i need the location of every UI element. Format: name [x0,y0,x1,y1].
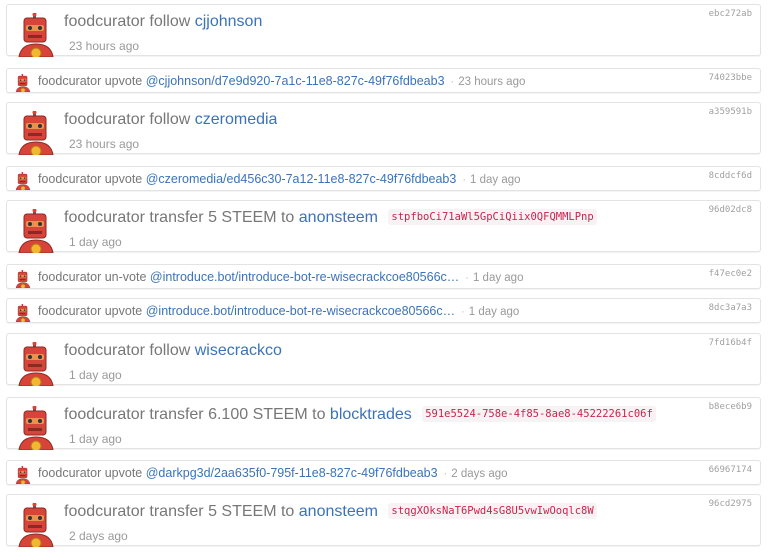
feed-item-unvote: foodcurator un-vote @introduce.bot/intro… [6,264,761,289]
tx-hash: 8dc3a7a3 [708,303,752,313]
transfer-memo: stpfboCi71aWl5GpCiQiix0QFQMMLPnp [388,209,597,225]
timestamp: 1 day ago [69,235,122,249]
actor-name: foodcurator [38,466,102,480]
tx-hash: ebc272ab [708,9,752,19]
target-link[interactable]: cjjohnson [195,13,263,30]
timestamp: 1 day ago [470,174,521,186]
feed-item-transfer: foodcurator transfer 6.100 STEEM to bloc… [6,397,761,450]
tx-hash: 8cddcf6d [708,171,752,181]
actor-name: foodcurator [38,172,102,186]
tx-hash: 7fd16b4f [708,338,752,348]
transfer-memo: stqgXOksNaT6Pwd4sG8U5vwIwOoqlc8W [388,503,597,519]
robot-avatar-icon[interactable] [15,74,31,92]
actor-name: foodcurator [64,209,145,226]
robot-avatar-icon[interactable] [15,304,31,322]
tx-hash: a359591b [708,107,752,117]
action-verb: transfer 5 STEEM to [149,209,295,226]
activity-feed: foodcurator follow cjjohnson 23 hours ag… [0,0,768,560]
actor-name: foodcurator [64,406,145,423]
robot-avatar-icon[interactable] [17,406,55,450]
actor-name: foodcurator [64,13,145,30]
post-link[interactable]: @introduce.bot/introduce-bot-re-wisecrac… [150,270,459,284]
action-verb: transfer 5 STEEM to [149,503,295,520]
post-link[interactable]: @darkpg3d/2aa635f0-795f-11e8-827c-49f76f… [146,466,438,480]
timestamp: 2 days ago [69,529,128,543]
post-link[interactable]: @czeromedia/ed456c30-7a12-11e8-827c-49f7… [146,172,457,186]
tx-hash: 96cd2975 [708,499,752,509]
action-verb: follow [149,111,191,128]
post-link[interactable]: @introduce.bot/introduce-bot-re-wisecrac… [146,304,455,318]
robot-avatar-icon[interactable] [17,209,55,253]
robot-avatar-icon[interactable] [15,172,31,190]
timestamp: 1 day ago [69,368,122,382]
timestamp: 2 days ago [451,468,508,480]
target-link[interactable]: czeromedia [195,111,278,128]
action-verb: upvote [104,304,143,318]
feed-item-upvote: foodcurator upvote @introduce.bot/introd… [6,298,761,323]
actor-name: foodcurator [38,74,102,88]
robot-avatar-icon[interactable] [17,503,55,547]
recipient-link[interactable]: anonsteem [299,503,378,520]
feed-item-upvote: foodcurator upvote @czeromedia/ed456c30-… [6,166,761,191]
timestamp: 1 day ago [468,306,520,318]
timestamp: 23 hours ago [69,39,140,53]
robot-avatar-icon[interactable] [17,342,55,386]
actor-name: foodcurator [38,270,102,284]
target-link[interactable]: wisecrackco [195,342,282,359]
tx-hash: f47ec0e2 [708,269,752,279]
timestamp: 1 day ago [472,272,524,284]
action-verb: upvote [104,466,143,480]
feed-item-transfer: foodcurator transfer 5 STEEM to anonstee… [6,200,761,253]
action-verb: transfer 6.100 STEEM to [149,406,326,423]
action-verb: follow [149,13,191,30]
recipient-link[interactable]: anonsteem [299,209,378,226]
feed-item-transfer: foodcurator transfer 5 STEEM to anonstee… [6,494,761,547]
robot-avatar-icon[interactable] [15,270,31,288]
recipient-link[interactable]: blocktrades [330,406,412,423]
action-verb: upvote [104,74,143,88]
feed-item-upvote: foodcurator upvote @cjjohnson/d7e9d920-7… [6,68,761,93]
timestamp: 23 hours ago [69,137,140,151]
action-verb: upvote [104,172,143,186]
actor-name: foodcurator [64,111,145,128]
actor-name: foodcurator [64,342,145,359]
tx-hash: 66967174 [708,465,752,475]
feed-item-follow: foodcurator follow czeromedia 23 hours a… [6,102,761,155]
feed-item-follow: foodcurator follow wisecrackco 1 day ago… [6,333,761,386]
post-link[interactable]: @cjjohnson/d7e9d920-7a1c-11e8-827c-49f76… [146,74,445,88]
tx-hash: b8ece6b9 [708,402,752,412]
feed-item-upvote: foodcurator upvote @darkpg3d/2aa635f0-79… [6,460,761,485]
robot-avatar-icon[interactable] [15,466,31,484]
action-verb: un-vote [104,270,147,284]
action-verb: follow [149,342,191,359]
actor-name: foodcurator [64,503,145,520]
timestamp: 1 day ago [69,432,122,446]
tx-hash: 96d02dc8 [708,205,752,215]
timestamp: 23 hours ago [458,76,526,88]
robot-avatar-icon[interactable] [17,13,55,57]
feed-item-follow: foodcurator follow cjjohnson 23 hours ag… [6,4,761,57]
transfer-memo: 591e5524-758e-4f85-8ae8-45222261c06f [422,406,656,422]
tx-hash: 74023bbe [708,73,752,83]
robot-avatar-icon[interactable] [17,111,55,155]
actor-name: foodcurator [38,304,102,318]
